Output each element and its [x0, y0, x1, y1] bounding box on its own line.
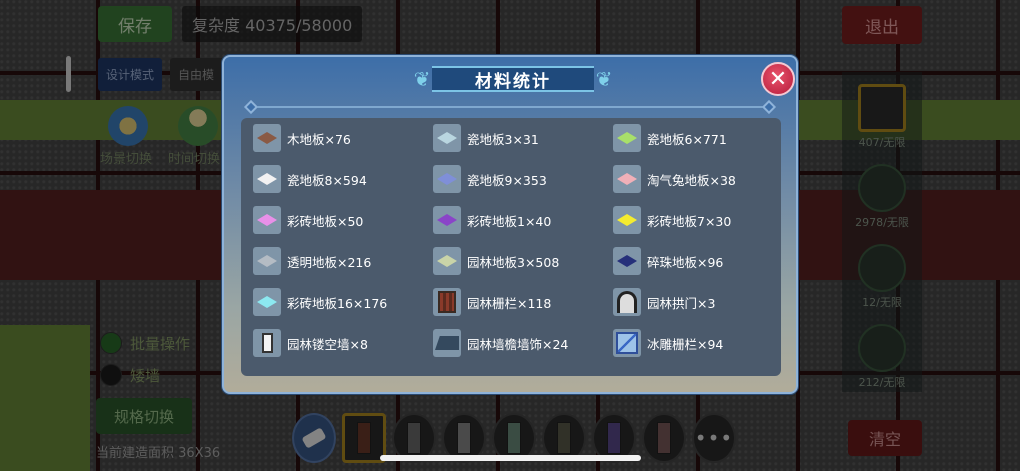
material-icon-frame	[433, 165, 461, 193]
material-item: 园林栅栏×118	[433, 287, 551, 317]
material-item: 瓷地板3×31	[433, 123, 539, 153]
material-item: 彩砖地板×50	[253, 205, 363, 235]
material-item: 彩砖地板16×176	[253, 287, 387, 317]
material-icon-frame	[253, 247, 281, 275]
material-item: 淘气兔地板×38	[613, 164, 736, 194]
material-item: 彩砖地板7×30	[613, 205, 731, 235]
material-list-panel: 木地板×76 瓷地板3×31 瓷地板6×771 瓷地板8×594 瓷地板9×353 淘气兔…	[241, 118, 781, 376]
floor-tile-icon	[617, 173, 637, 185]
divider-diamond-icon	[243, 99, 259, 115]
floor-tile-icon	[437, 173, 457, 185]
material-label: 瓷地板9×353	[467, 172, 547, 188]
material-label: 园林镂空墙×8	[287, 336, 368, 352]
material-icon-frame	[613, 206, 641, 234]
material-label: 淘气兔地板×38	[647, 172, 736, 188]
material-label: 彩砖地板×50	[287, 213, 364, 229]
material-item: 碎珠地板×96	[613, 246, 723, 276]
material-label: 冰雕栅栏×94	[647, 336, 724, 352]
material-item: 园林拱门×3	[613, 287, 715, 317]
floor-tile-icon	[617, 255, 637, 267]
material-label: 彩砖地板1×40	[467, 213, 552, 229]
material-item: 木地板×76	[253, 123, 351, 153]
material-label: 园林栅栏×118	[467, 295, 552, 311]
material-item: 瓷地板9×353	[433, 164, 547, 194]
material-icon-frame	[433, 247, 461, 275]
material-item: 瓷地板6×771	[613, 123, 727, 153]
material-icon-frame	[253, 124, 281, 152]
material-label: 园林墙檐墙饰×24	[467, 336, 569, 352]
material-label: 瓷地板3×31	[467, 131, 539, 147]
eave-icon	[435, 336, 459, 350]
header-divider	[252, 106, 768, 108]
fence-icon	[438, 291, 456, 313]
scroll-ornament-icon: ❦	[413, 67, 431, 91]
floor-tile-icon	[257, 173, 277, 185]
close-icon: ✕	[768, 66, 788, 92]
floor-tile-icon	[257, 132, 277, 144]
material-icon-frame	[253, 329, 281, 357]
material-label: 碎珠地板×96	[647, 254, 724, 270]
material-label: 园林拱门×3	[647, 295, 716, 311]
material-item: 瓷地板8×594	[253, 164, 367, 194]
floor-tile-icon	[257, 255, 277, 267]
material-item: 园林镂空墙×8	[253, 328, 368, 358]
floor-tile-icon	[437, 214, 457, 226]
material-label: 瓷地板8×594	[287, 172, 367, 188]
material-item: 园林墙檐墙饰×24	[433, 328, 568, 358]
dialog-title-banner: ❦ 材料统计 ❦	[410, 66, 616, 92]
material-label: 瓷地板6×771	[647, 131, 727, 147]
material-icon-frame	[613, 165, 641, 193]
material-item: 透明地板×216	[253, 246, 371, 276]
material-icon-frame	[253, 165, 281, 193]
material-label: 透明地板×216	[287, 254, 372, 270]
floor-tile-icon	[617, 214, 637, 226]
material-icon-frame	[613, 124, 641, 152]
window-icon	[261, 333, 273, 353]
material-item: 彩砖地板1×40	[433, 205, 551, 235]
home-indicator[interactable]	[380, 455, 641, 461]
material-icon-frame	[433, 124, 461, 152]
material-icon-frame	[613, 288, 641, 316]
material-icon-frame	[433, 206, 461, 234]
material-icon-frame	[253, 288, 281, 316]
floor-tile-icon	[617, 132, 637, 144]
material-icon-frame	[613, 329, 641, 357]
dialog-title: 材料统计	[475, 71, 551, 92]
close-button[interactable]: ✕	[761, 62, 795, 96]
material-label: 彩砖地板7×30	[647, 213, 732, 229]
material-label: 园林地板3×508	[467, 254, 560, 270]
material-icon-frame	[613, 247, 641, 275]
material-icon-frame	[433, 288, 461, 316]
divider-diamond-icon	[761, 99, 777, 115]
material-label: 彩砖地板16×176	[287, 295, 388, 311]
arch-icon	[617, 291, 637, 313]
material-icon-frame	[253, 206, 281, 234]
material-item: 冰雕栅栏×94	[613, 328, 723, 358]
material-item: 园林地板3×508	[433, 246, 559, 276]
floor-tile-icon	[257, 296, 277, 308]
floor-tile-icon	[437, 132, 457, 144]
material-label: 木地板×76	[287, 131, 351, 147]
ice-icon	[616, 332, 638, 354]
material-list: 木地板×76 瓷地板3×31 瓷地板6×771 瓷地板8×594 瓷地板9×353 淘气兔…	[241, 118, 781, 376]
material-statistics-dialog: ❦ 材料统计 ❦ ✕ 木地板×76 瓷地板3×31 瓷地板6×771 瓷地板8×594…	[222, 55, 798, 394]
floor-tile-icon	[257, 214, 277, 226]
material-icon-frame	[433, 329, 461, 357]
floor-tile-icon	[437, 255, 457, 267]
scroll-ornament-icon: ❦	[595, 67, 613, 91]
